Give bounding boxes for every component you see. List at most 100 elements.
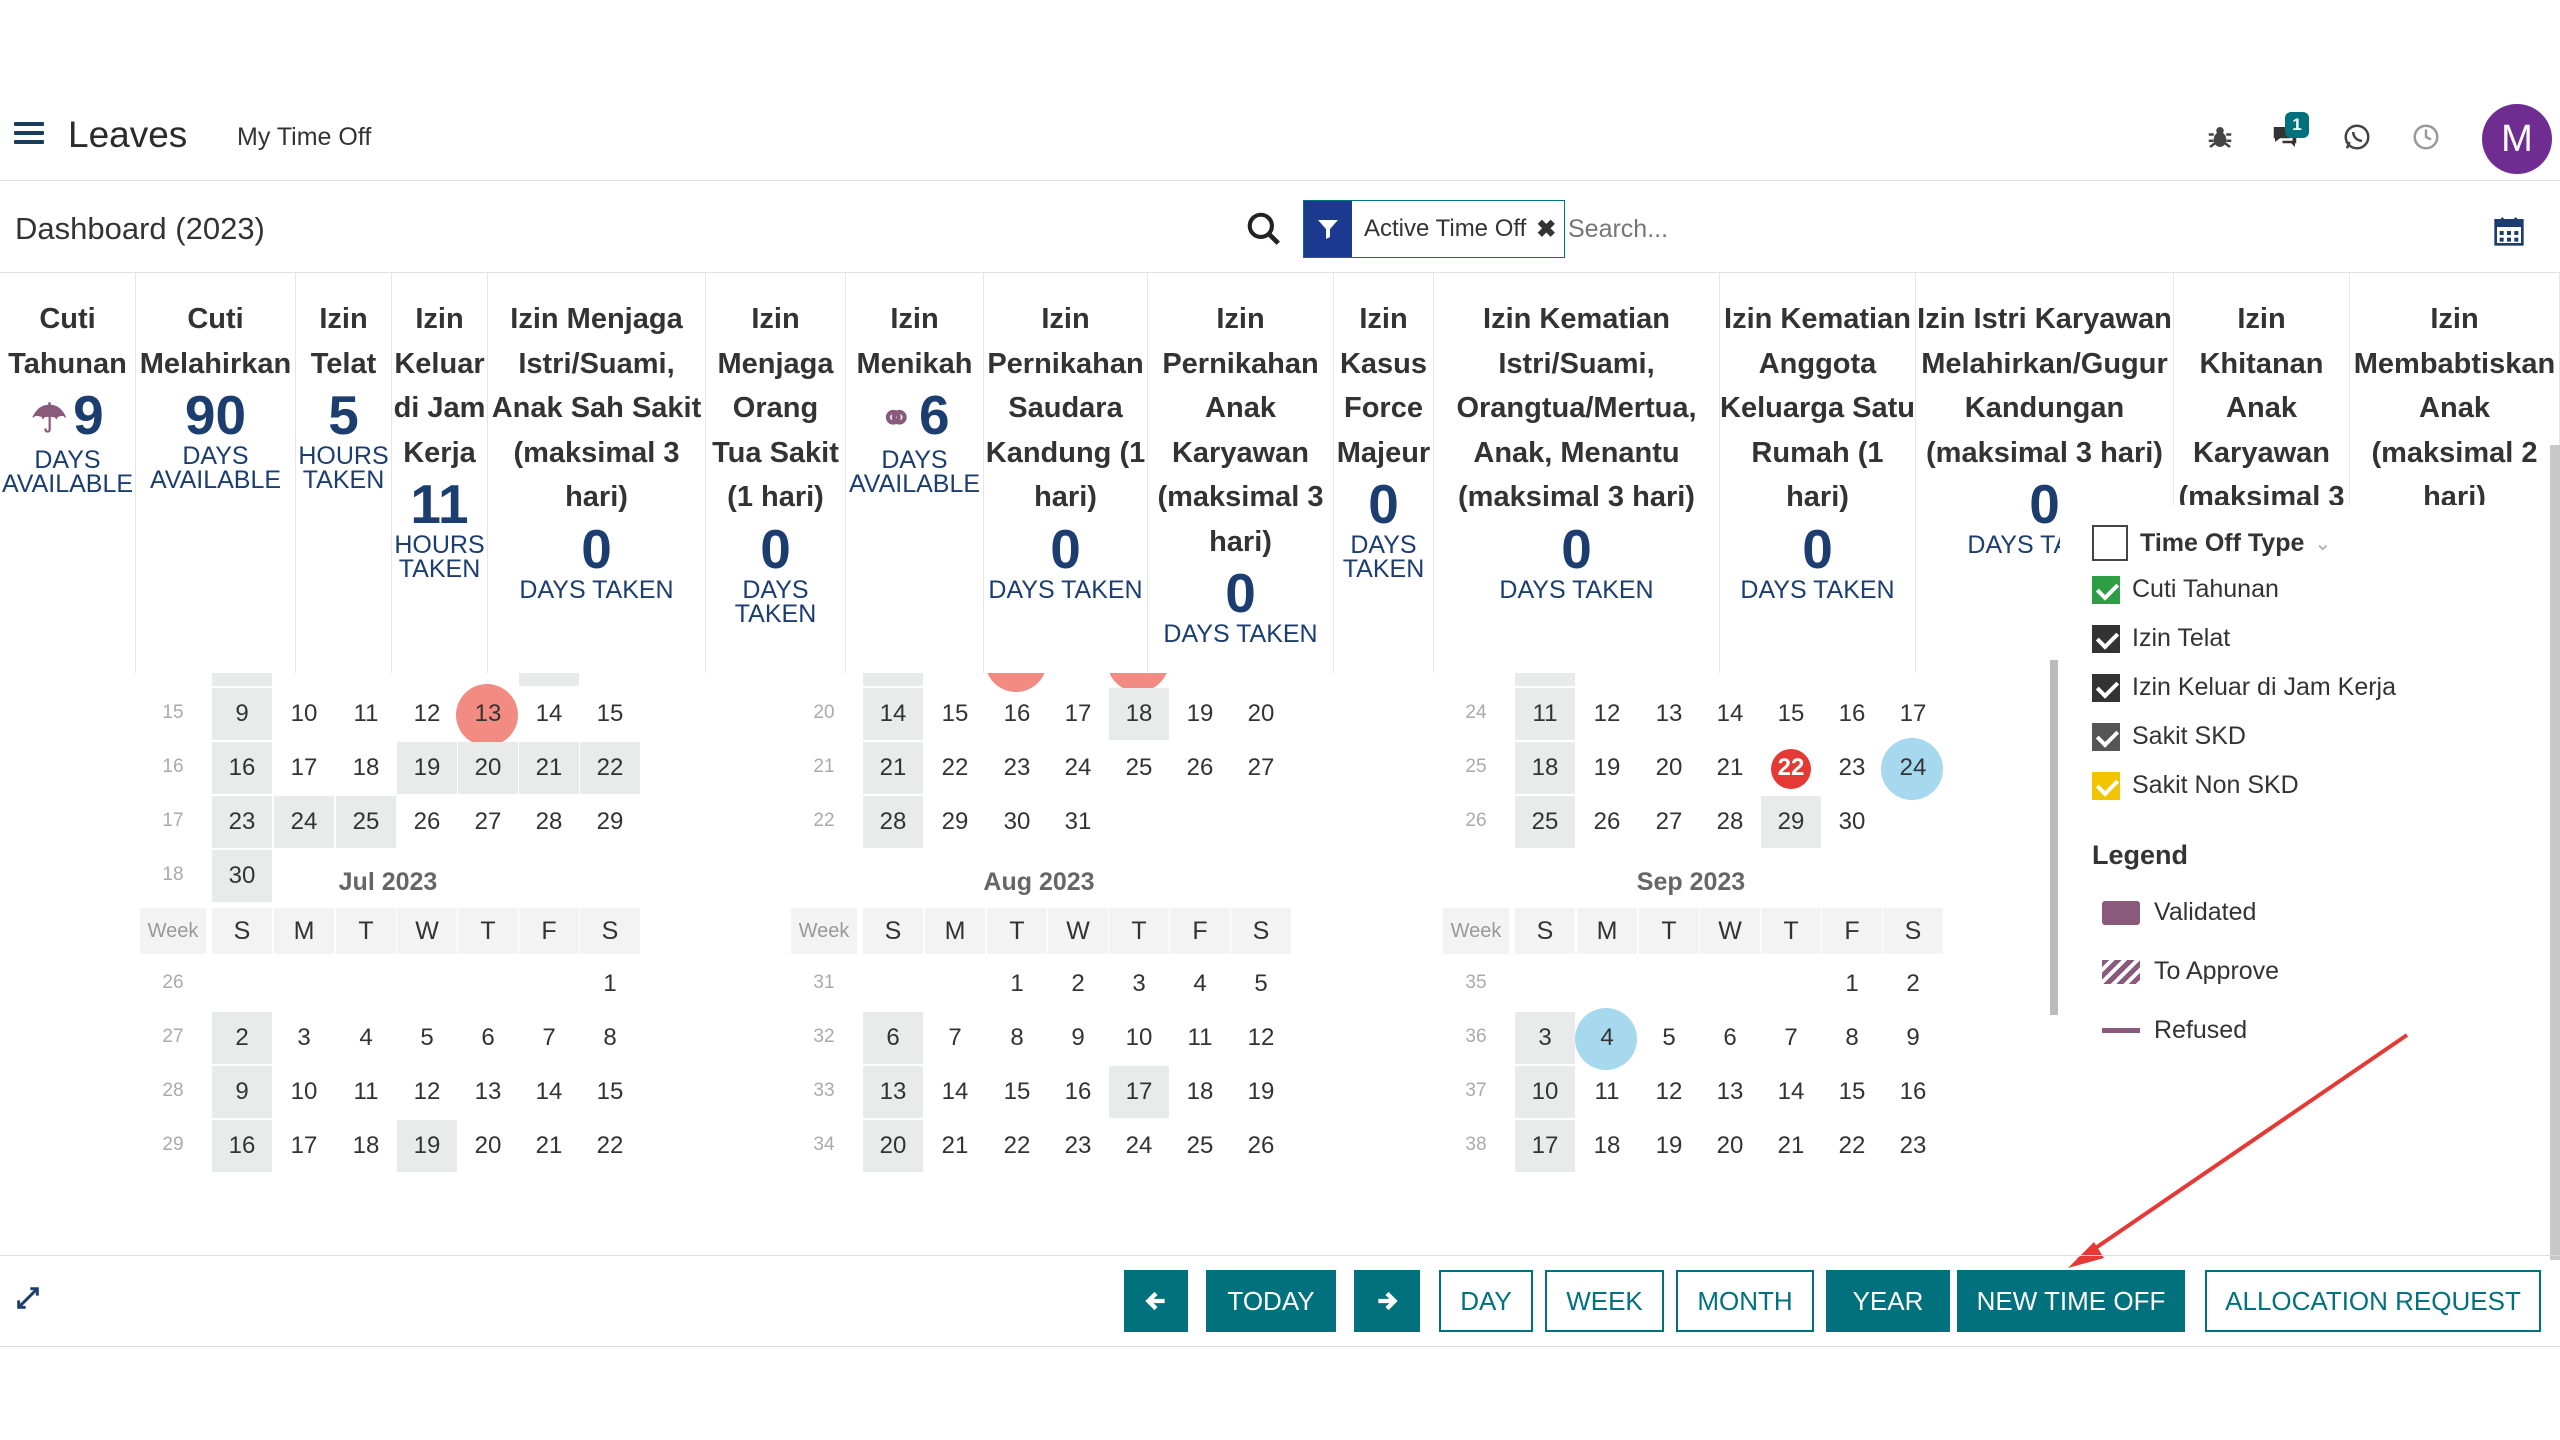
- calendar-day[interactable]: 17: [1048, 688, 1108, 740]
- calendar-day[interactable]: 12: [397, 1066, 457, 1118]
- calendar-day[interactable]: 15: [925, 688, 985, 740]
- time-off-type-filter[interactable]: Sakit SKD: [2092, 722, 2246, 751]
- calendar-day[interactable]: 19: [1170, 688, 1230, 740]
- calendar-day[interactable]: 14: [519, 1066, 579, 1118]
- calendar-day[interactable]: 21: [863, 742, 923, 794]
- calendar-day[interactable]: 16: [987, 688, 1047, 740]
- calendar-day[interactable]: 1: [987, 958, 1047, 1010]
- calendar-day[interactable]: 17: [274, 742, 334, 794]
- calendar-day[interactable]: 6: [1700, 1012, 1760, 1064]
- calendar-day[interactable]: 22: [987, 1120, 1047, 1172]
- calendar-day[interactable]: 16: [212, 1120, 272, 1172]
- calendar-day[interactable]: 10: [274, 1066, 334, 1118]
- calendar-day[interactable]: 9: [1883, 1012, 1943, 1064]
- calendar-day[interactable]: 11: [1577, 1066, 1637, 1118]
- calendar-day[interactable]: 4: [336, 1012, 396, 1064]
- calendar-day[interactable]: 18: [336, 1120, 396, 1172]
- year-view-button[interactable]: YEAR: [1826, 1270, 1950, 1332]
- calendar-day[interactable]: 18: [1109, 688, 1169, 740]
- calendar-day[interactable]: 11: [1515, 688, 1575, 740]
- calendar-day[interactable]: 15: [987, 1066, 1047, 1118]
- calendar-day[interactable]: 12: [1639, 1066, 1699, 1118]
- calendar-day[interactable]: 14: [1761, 1066, 1821, 1118]
- calendar-day[interactable]: 18: [1515, 742, 1575, 794]
- app-title[interactable]: Leaves: [68, 114, 187, 156]
- calendar-day[interactable]: 24: [1048, 742, 1108, 794]
- bug-icon[interactable]: [2203, 122, 2237, 156]
- filter-checkbox[interactable]: [2092, 722, 2120, 751]
- scrollbar[interactable]: [2550, 445, 2560, 1260]
- calendar-day[interactable]: 22: [580, 742, 640, 794]
- calendar-day[interactable]: 26: [1577, 796, 1637, 848]
- search-icon[interactable]: [1245, 210, 1285, 250]
- calendar-day[interactable]: 21: [1761, 1120, 1821, 1172]
- month-view-button[interactable]: MONTH: [1676, 1270, 1814, 1332]
- calendar-day[interactable]: 19: [397, 1120, 457, 1172]
- calendar-day[interactable]: 4: [1577, 1012, 1637, 1064]
- filter-checkbox[interactable]: [2092, 771, 2120, 800]
- calendar-day[interactable]: 17: [1109, 1066, 1169, 1118]
- clock-icon[interactable]: [2409, 122, 2443, 156]
- calendar-day[interactable]: 19: [1577, 742, 1637, 794]
- calendar-icon[interactable]: [2493, 215, 2527, 249]
- calendar-day[interactable]: 18: [336, 742, 396, 794]
- calendar-day[interactable]: 23: [987, 742, 1047, 794]
- calendar-day[interactable]: 22: [580, 1120, 640, 1172]
- calendar-day[interactable]: 22: [925, 742, 985, 794]
- time-off-type-filter[interactable]: Sakit Non SKD: [2092, 771, 2299, 800]
- calendar-day[interactable]: 14: [519, 688, 579, 740]
- calendar-day[interactable]: 26: [397, 796, 457, 848]
- calendar-day[interactable]: 25: [336, 796, 396, 848]
- calendar-day[interactable]: 15: [580, 1066, 640, 1118]
- calendar-day[interactable]: 5: [1231, 958, 1291, 1010]
- calendar-day[interactable]: 28: [519, 796, 579, 848]
- calendar-day[interactable]: 16: [1048, 1066, 1108, 1118]
- nav-my-time-off[interactable]: My Time Off: [237, 123, 371, 152]
- calendar-day[interactable]: 19: [1639, 1120, 1699, 1172]
- calendar-day[interactable]: 23: [1822, 742, 1882, 794]
- calendar-day[interactable]: 22: [1761, 742, 1821, 794]
- whatsapp-icon[interactable]: [2340, 122, 2374, 156]
- calendar-day[interactable]: 21: [519, 742, 579, 794]
- calendar-day[interactable]: 21: [925, 1120, 985, 1172]
- filter-checkbox[interactable]: [2092, 673, 2120, 702]
- calendar-day[interactable]: 24: [1109, 1120, 1169, 1172]
- calendar-day[interactable]: 29: [1761, 796, 1821, 848]
- calendar-day[interactable]: 29: [925, 796, 985, 848]
- calendar-day[interactable]: 27: [458, 796, 518, 848]
- calendar-day[interactable]: 27: [1231, 742, 1291, 794]
- calendar-day[interactable]: 9: [1048, 1012, 1108, 1064]
- calendar-day[interactable]: 16: [1883, 1066, 1943, 1118]
- calendar-day[interactable]: 7: [519, 1012, 579, 1064]
- calendar-day[interactable]: 2: [1048, 958, 1108, 1010]
- allocation-request-button[interactable]: ALLOCATION REQUEST: [2205, 1270, 2541, 1332]
- calendar-day[interactable]: 22: [1822, 1120, 1882, 1172]
- calendar-day[interactable]: 12: [1577, 688, 1637, 740]
- calendar-day[interactable]: 8: [987, 1012, 1047, 1064]
- calendar-day[interactable]: 12: [397, 688, 457, 740]
- calendar-day[interactable]: 31: [1048, 796, 1108, 848]
- calendar-day[interactable]: 16: [212, 742, 272, 794]
- scrollbar[interactable]: [2050, 660, 2058, 1015]
- calendar-day[interactable]: 21: [519, 1120, 579, 1172]
- calendar-day[interactable]: 10: [1109, 1012, 1169, 1064]
- calendar-day[interactable]: 8: [1822, 1012, 1882, 1064]
- time-off-type-header[interactable]: Time Off Type ⌄: [2092, 525, 2331, 561]
- day-view-button[interactable]: DAY: [1439, 1270, 1533, 1332]
- calendar-day[interactable]: 14: [863, 688, 923, 740]
- calendar-day[interactable]: 28: [1700, 796, 1760, 848]
- calendar-day[interactable]: 18: [1170, 1066, 1230, 1118]
- time-off-type-filter[interactable]: Izin Keluar di Jam Kerja: [2092, 673, 2396, 702]
- calendar-day[interactable]: 18: [1577, 1120, 1637, 1172]
- calendar-day[interactable]: 14: [1700, 688, 1760, 740]
- calendar-day[interactable]: 4: [1170, 958, 1230, 1010]
- calendar-day[interactable]: 17: [1515, 1120, 1575, 1172]
- calendar-day[interactable]: 13: [458, 1066, 518, 1118]
- time-off-type-filter[interactable]: Izin Telat: [2092, 624, 2230, 653]
- calendar-day[interactable]: 29: [580, 796, 640, 848]
- calendar-day[interactable]: 24: [274, 796, 334, 848]
- filter-facet[interactable]: Active Time Off ✖: [1303, 200, 1566, 258]
- today-button[interactable]: TODAY: [1206, 1270, 1336, 1332]
- calendar-day[interactable]: 20: [863, 1120, 923, 1172]
- calendar-day[interactable]: 5: [397, 1012, 457, 1064]
